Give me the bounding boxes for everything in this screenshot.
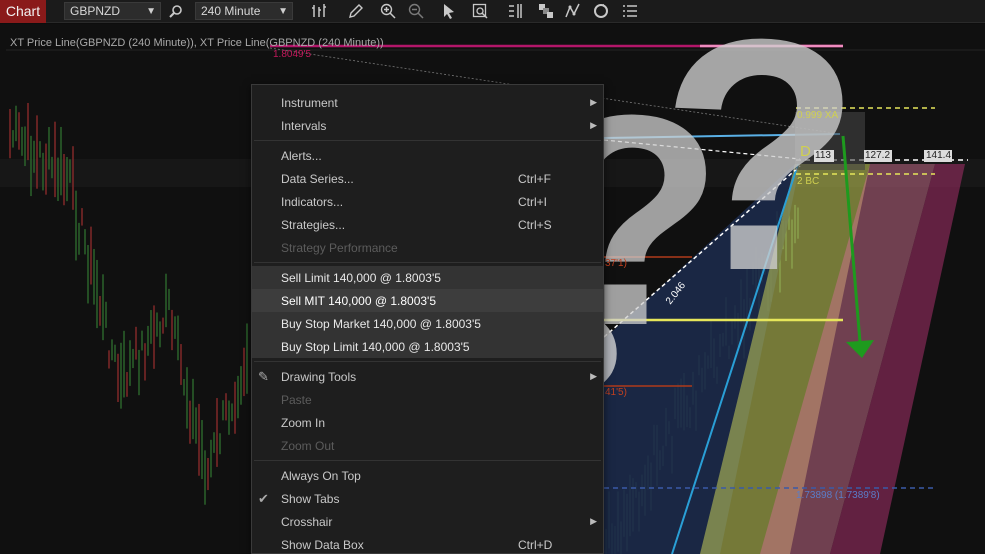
menu-item-strategies[interactable]: Strategies... Ctrl+S bbox=[252, 213, 603, 236]
chevron-right-icon: ▶ bbox=[590, 97, 597, 107]
menu-separator bbox=[254, 262, 601, 263]
menu-item-data-series[interactable]: Data Series... Ctrl+F bbox=[252, 167, 603, 190]
pencil-icon[interactable] bbox=[348, 3, 364, 19]
menu-item-strategy-performance[interactable]: Strategy Performance bbox=[252, 236, 603, 259]
fib-label-bc: 2 BC bbox=[797, 176, 820, 187]
menu-item-indicators[interactable]: Indicators... Ctrl+I bbox=[252, 190, 603, 213]
menu-separator bbox=[254, 140, 601, 141]
chevron-right-icon: ▶ bbox=[590, 371, 597, 381]
symbol-select[interactable]: GBPNZD ▼ bbox=[64, 2, 161, 20]
chevron-right-icon: ▶ bbox=[590, 516, 597, 526]
menu-item-intervals[interactable]: Intervals ▶ bbox=[252, 114, 603, 137]
layers-icon[interactable] bbox=[538, 3, 554, 19]
menu-item-sell-limit[interactable]: Sell Limit 140,000 @ 1.8003'5 bbox=[252, 266, 603, 289]
interval-select[interactable]: 240 Minute ▼ bbox=[195, 2, 293, 20]
menu-item-buy-stop-market[interactable]: Buy Stop Market 140,000 @ 1.8003'5 bbox=[252, 312, 603, 335]
price-tag-top: 1.8049'5 bbox=[273, 49, 312, 60]
menu-item-show-tabs[interactable]: ✔ Show Tabs bbox=[252, 487, 603, 510]
pattern-icon[interactable] bbox=[565, 3, 581, 19]
toolbar: Chart GBPNZD ▼ 240 Minute ▼ bbox=[0, 0, 985, 23]
menu-item-crosshair[interactable]: Crosshair ▶ bbox=[252, 510, 603, 533]
zoom-out-icon[interactable] bbox=[408, 3, 424, 19]
zoom-in-icon[interactable] bbox=[380, 3, 396, 19]
menu-item-sell-mit[interactable]: Sell MIT 140,000 @ 1.8003'5 bbox=[252, 289, 603, 312]
symbol-value: GBPNZD bbox=[70, 4, 121, 18]
menu-item-alerts[interactable]: Alerts... bbox=[252, 144, 603, 167]
level-label-bottom: 1.73898 (1.7389'8) bbox=[796, 490, 880, 501]
checkmark-icon: ✔ bbox=[258, 490, 269, 506]
menu-item-zoom-in[interactable]: Zoom In bbox=[252, 411, 603, 434]
chart-tab[interactable]: Chart bbox=[0, 0, 46, 23]
level-label-41: 41'5) bbox=[605, 387, 627, 398]
indicator-label: XT Price Line(GBPNZD (240 Minute)), XT P… bbox=[10, 37, 384, 49]
fib-tag-127: 127.2 bbox=[865, 150, 891, 161]
menu-item-drawing-tools[interactable]: ✎ Drawing Tools ▶ bbox=[252, 365, 603, 388]
menu-item-paste[interactable]: Paste bbox=[252, 388, 603, 411]
pencil-icon: ✎ bbox=[258, 368, 269, 384]
list-icon[interactable] bbox=[622, 3, 638, 19]
menu-separator bbox=[254, 361, 601, 362]
fib-tag-141: 141.4 bbox=[926, 150, 952, 161]
chevron-down-icon: ▼ bbox=[146, 6, 156, 17]
bar-chart-icon[interactable] bbox=[311, 3, 327, 19]
bars-icon[interactable] bbox=[507, 3, 523, 19]
menu-item-show-data-box[interactable]: Show Data Box Ctrl+D bbox=[252, 533, 603, 554]
context-menu: Instrument ▶ Intervals ▶ Alerts... Data … bbox=[251, 84, 604, 554]
refresh-icon[interactable] bbox=[593, 3, 609, 19]
chevron-right-icon: ▶ bbox=[590, 120, 597, 130]
menu-item-buy-stop-limit[interactable]: Buy Stop Limit 140,000 @ 1.8003'5 bbox=[252, 335, 603, 358]
search-icon[interactable] bbox=[168, 3, 184, 19]
interval-value: 240 Minute bbox=[201, 4, 261, 18]
level-label-37: 37'1) bbox=[605, 258, 627, 269]
pointer-icon[interactable] bbox=[441, 3, 457, 19]
menu-item-zoom-out[interactable]: Zoom Out bbox=[252, 434, 603, 457]
data-box-icon[interactable] bbox=[472, 3, 488, 19]
fib-tag-113: 113 bbox=[815, 150, 831, 161]
menu-separator bbox=[254, 460, 601, 461]
chevron-down-icon: ▼ bbox=[278, 6, 288, 17]
fib-label-xa: 0.999 XA bbox=[797, 110, 839, 121]
d-point-label: D bbox=[800, 143, 811, 160]
menu-item-always-on-top[interactable]: Always On Top bbox=[252, 464, 603, 487]
menu-item-instrument[interactable]: Instrument ▶ bbox=[252, 91, 603, 114]
